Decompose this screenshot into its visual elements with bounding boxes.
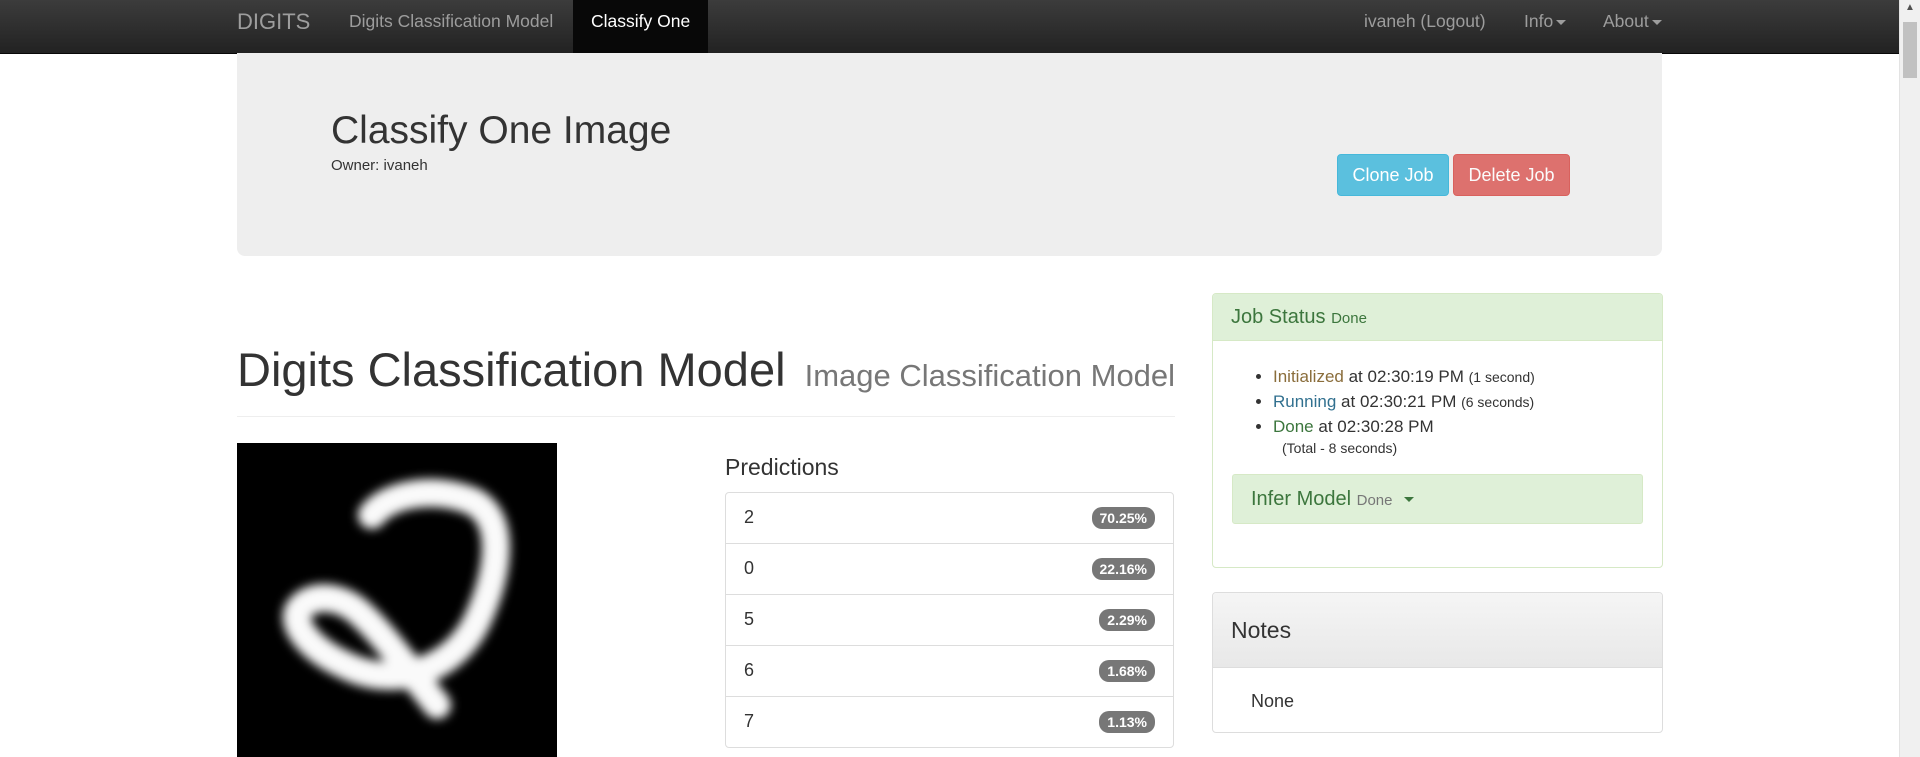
status-duration: (1 second) <box>1468 369 1535 385</box>
notes-title: Notes <box>1231 617 1292 643</box>
predictions-list: 2 70.25% 0 22.16% 5 2.29% 6 1.68% 7 1.13… <box>725 492 1174 748</box>
info-menu[interactable]: Info <box>1524 0 1567 53</box>
info-menu-label: Info <box>1524 11 1554 31</box>
prediction-item: 5 2.29% <box>725 594 1174 646</box>
status-step: Running at 02:30:21 PM (6 seconds) <box>1273 389 1535 414</box>
clone-job-button[interactable]: Clone Job <box>1337 154 1449 196</box>
input-digit-image <box>237 443 557 757</box>
job-status-header: Job Status Done <box>1213 294 1662 341</box>
prediction-confidence-badge: 1.68% <box>1099 660 1155 682</box>
model-subtitle: Image Classification Model <box>804 358 1176 393</box>
status-time: at 02:30:28 PM <box>1313 417 1434 436</box>
job-status-value: Done <box>1331 310 1367 327</box>
model-title[interactable]: Digits Classification Model <box>237 343 786 396</box>
infer-model-dropdown[interactable]: Infer Model Done <box>1232 474 1643 524</box>
page-title: Classify One Image <box>331 109 672 152</box>
model-heading: Digits Classification Model Image Classi… <box>237 342 1175 397</box>
scroll-up-arrow-icon[interactable]: ▲ <box>1900 2 1920 13</box>
notes-body: None <box>1251 691 1295 711</box>
prediction-confidence-badge: 22.16% <box>1091 558 1155 580</box>
job-owner: Owner: ivaneh <box>331 157 428 174</box>
model-link[interactable]: Digits Classification Model <box>349 0 553 53</box>
infer-model-status: Done <box>1356 492 1393 509</box>
status-time: at 02:30:19 PM <box>1343 367 1469 386</box>
prediction-label: 0 <box>744 558 755 578</box>
job-status-title: Job Status Done <box>1231 306 1367 329</box>
prediction-label: 6 <box>744 660 755 680</box>
divider <box>237 416 1175 417</box>
tab-classify-one[interactable]: Classify One <box>573 0 709 53</box>
prediction-confidence-badge: 2.29% <box>1099 609 1155 631</box>
prediction-label: 7 <box>744 711 755 731</box>
status-step: Initialized at 02:30:19 PM (1 second) <box>1273 364 1535 389</box>
total-duration: (Total - 8 seconds) <box>1282 440 1398 456</box>
prediction-item: 0 22.16% <box>725 543 1174 595</box>
status-state-running: Running <box>1273 392 1337 411</box>
about-menu-label: About <box>1603 11 1649 31</box>
page-scrollbar[interactable]: ▲ <box>1899 0 1920 757</box>
job-status-panel: Job Status Done Initialized at 02:30:19 … <box>1212 293 1663 568</box>
scroll-thumb[interactable] <box>1903 22 1917 78</box>
prediction-item: 6 1.68% <box>725 645 1174 697</box>
handwritten-digit-graphic <box>282 479 510 719</box>
status-state-initialized: Initialized <box>1273 367 1344 386</box>
chevron-down-icon <box>1651 19 1662 25</box>
status-step: Done at 02:30:28 PM <box>1273 414 1535 439</box>
predictions-heading: Predictions <box>725 454 839 480</box>
status-state-done: Done <box>1273 417 1314 436</box>
prediction-label: 2 <box>744 507 755 527</box>
status-duration: (6 seconds) <box>1461 394 1535 410</box>
infer-model-label: Infer Model <box>1251 488 1352 510</box>
notes-header: Notes <box>1213 593 1662 668</box>
brand-link[interactable]: DIGITS <box>237 0 310 53</box>
infer-model-title: Infer Model Done <box>1251 488 1415 511</box>
prediction-label: 5 <box>744 609 755 629</box>
about-menu[interactable]: About <box>1603 0 1662 53</box>
prediction-item: 7 1.13% <box>725 696 1174 748</box>
notes-panel: Notes None <box>1212 592 1663 733</box>
job-header: Classify One Image Owner: ivaneh Clone J… <box>237 53 1662 256</box>
prediction-item: 2 70.25% <box>725 492 1174 544</box>
prediction-confidence-badge: 1.13% <box>1099 711 1155 733</box>
prediction-confidence-badge: 70.25% <box>1091 507 1155 529</box>
chevron-down-icon <box>1556 19 1567 25</box>
chevron-down-icon <box>1404 497 1415 503</box>
status-time: at 02:30:21 PM <box>1336 392 1462 411</box>
job-status-label: Job Status <box>1231 306 1326 328</box>
status-timeline: Initialized at 02:30:19 PM (1 second) Ru… <box>1259 364 1535 439</box>
logout-link[interactable]: ivaneh (Logout) <box>1364 0 1486 53</box>
delete-job-button[interactable]: Delete Job <box>1453 154 1570 196</box>
top-navbar: DIGITS Digits Classification Model Class… <box>0 0 1900 54</box>
